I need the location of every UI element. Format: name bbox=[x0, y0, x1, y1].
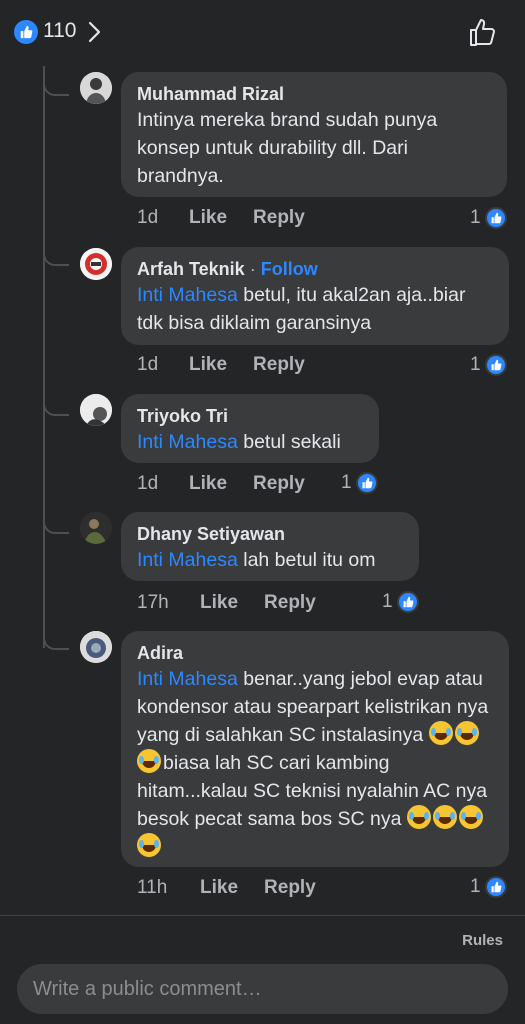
like-reaction-icon bbox=[14, 20, 38, 44]
like-button[interactable]: Like bbox=[189, 354, 227, 376]
chevron-right-icon[interactable] bbox=[86, 20, 102, 44]
like-count: 1 bbox=[470, 876, 481, 897]
comment-like-count[interactable]: 1 bbox=[341, 470, 378, 496]
comment-text: Inti Mahesa lah betul itu om bbox=[137, 546, 403, 574]
mention-link[interactable]: Inti Mahesa bbox=[137, 549, 238, 571]
reply-button[interactable]: Reply bbox=[253, 207, 305, 229]
comment-like-count[interactable]: 1 bbox=[470, 205, 507, 231]
comment-author[interactable]: Triyoko Tri bbox=[137, 404, 363, 428]
thread-connector bbox=[43, 514, 69, 534]
comment-text: Inti Mahesa benar..yang jebol evap atau … bbox=[137, 665, 493, 861]
reactions-header: 110 bbox=[0, 0, 525, 64]
thread-connector bbox=[43, 76, 69, 96]
comment-text: Inti Mahesa betul sekali bbox=[137, 428, 363, 456]
comment-like-count[interactable]: 1 bbox=[382, 589, 419, 615]
comment-input[interactable] bbox=[17, 964, 508, 1014]
mention-link[interactable]: Inti Mahesa bbox=[137, 668, 238, 690]
comment-bubble[interactable]: Adira Inti Mahesa benar..yang jebol evap… bbox=[121, 631, 509, 867]
like-reaction-icon bbox=[484, 354, 507, 376]
divider bbox=[0, 915, 525, 916]
thread-line bbox=[43, 66, 45, 648]
avatar[interactable] bbox=[80, 394, 112, 426]
comment-actions: 1d Like Reply bbox=[137, 471, 331, 497]
comment-text: Intinya mereka brand sudah punya konsep … bbox=[137, 109, 438, 187]
tears-of-joy-emoji-icon bbox=[428, 721, 453, 745]
comment-actions: 1d Like Reply bbox=[137, 205, 331, 231]
comment-body: betul sekali bbox=[243, 431, 341, 453]
comment-text: Inti Mahesa betul, itu akal2an aja..biar… bbox=[137, 281, 493, 337]
thread-connector bbox=[43, 630, 69, 650]
comment-author[interactable]: Dhany Setiyawan bbox=[137, 522, 403, 546]
reply-button[interactable]: Reply bbox=[264, 877, 316, 899]
like-button[interactable]: Like bbox=[200, 877, 238, 899]
like-count: 1 bbox=[341, 472, 352, 493]
comment-author[interactable]: Adira bbox=[137, 641, 493, 665]
comment-actions: 1d Like Reply bbox=[137, 352, 331, 378]
comment-time[interactable]: 1d bbox=[137, 473, 189, 495]
reaction-count[interactable]: 110 bbox=[43, 19, 76, 43]
like-reaction-icon bbox=[484, 876, 507, 898]
comment-body: lah betul itu om bbox=[243, 549, 376, 571]
like-button[interactable]: Like bbox=[189, 207, 227, 229]
like-button[interactable]: Like bbox=[200, 592, 238, 614]
avatar[interactable] bbox=[80, 631, 112, 663]
comment-like-count[interactable]: 1 bbox=[470, 352, 507, 378]
tears-of-joy-emoji-icon bbox=[406, 805, 431, 829]
reply-button[interactable]: Reply bbox=[253, 473, 305, 495]
avatar[interactable] bbox=[80, 512, 112, 544]
tears-of-joy-emoji-icon bbox=[137, 833, 161, 857]
tears-of-joy-emoji-icon bbox=[432, 805, 457, 829]
like-count: 1 bbox=[470, 354, 481, 375]
comment-author[interactable]: Arfah Teknik bbox=[137, 259, 245, 279]
rules-link[interactable]: Rules bbox=[462, 932, 503, 949]
like-reaction-icon bbox=[396, 591, 419, 613]
comment-actions: 11h Like Reply bbox=[137, 875, 342, 901]
comment-bubble[interactable]: Muhammad Rizal Intinya mereka brand suda… bbox=[121, 72, 507, 197]
tears-of-joy-emoji-icon bbox=[458, 805, 483, 829]
follow-button[interactable]: Follow bbox=[261, 259, 318, 279]
comment-time[interactable]: 1d bbox=[137, 207, 189, 229]
comment-time[interactable]: 11h bbox=[137, 877, 200, 899]
like-reaction-icon bbox=[484, 207, 507, 229]
thread-connector bbox=[43, 246, 69, 266]
like-outline-icon[interactable] bbox=[466, 16, 500, 50]
tears-of-joy-emoji-icon bbox=[454, 721, 479, 745]
comment-bubble[interactable]: Dhany Setiyawan Inti Mahesa lah betul it… bbox=[121, 512, 419, 581]
thread-connector bbox=[43, 396, 69, 416]
mention-link[interactable]: Inti Mahesa bbox=[137, 431, 238, 453]
comment-time[interactable]: 1d bbox=[137, 354, 189, 376]
comment-time[interactable]: 17h bbox=[137, 592, 200, 614]
like-button[interactable]: Like bbox=[189, 473, 227, 495]
like-reaction-icon bbox=[355, 472, 378, 494]
reply-button[interactable]: Reply bbox=[264, 592, 316, 614]
reply-button[interactable]: Reply bbox=[253, 354, 305, 376]
comment-actions: 17h Like Reply bbox=[137, 590, 342, 616]
comment-like-count[interactable]: 1 bbox=[470, 874, 507, 900]
tears-of-joy-emoji-icon bbox=[137, 749, 161, 773]
avatar[interactable] bbox=[80, 72, 112, 104]
like-count: 1 bbox=[470, 207, 481, 228]
comment-bubble[interactable]: Triyoko Tri Inti Mahesa betul sekali bbox=[121, 394, 379, 463]
avatar[interactable] bbox=[80, 248, 112, 280]
comment-bubble[interactable]: Arfah Teknik · Follow Inti Mahesa betul,… bbox=[121, 247, 509, 345]
like-count: 1 bbox=[382, 591, 393, 612]
comment-author[interactable]: Muhammad Rizal bbox=[137, 82, 491, 106]
mention-link[interactable]: Inti Mahesa bbox=[137, 284, 238, 306]
